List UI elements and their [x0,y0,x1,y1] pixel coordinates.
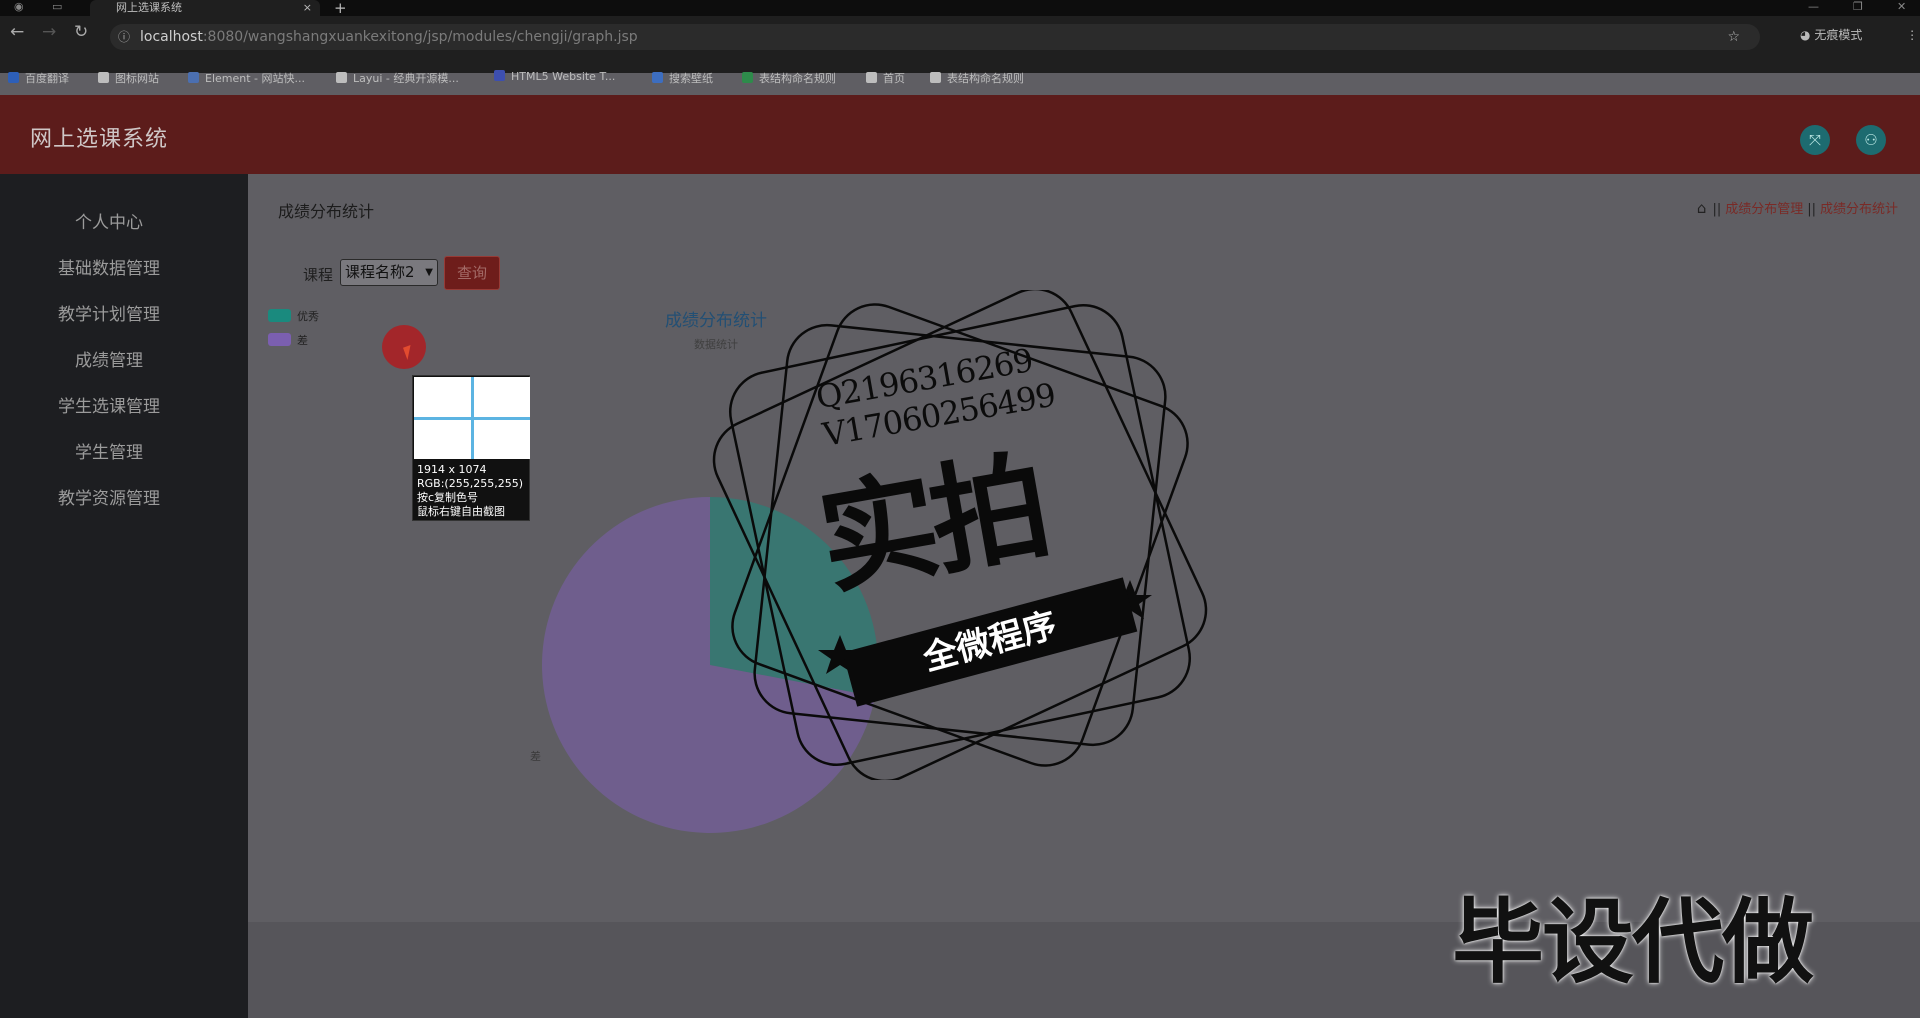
bookmark-favicon-icon [742,72,753,83]
bookmark-item[interactable]: Layui - 经典开源模... [336,70,459,86]
user-icon: ⚇ [1864,131,1878,149]
bookmark-label: Layui - 经典开源模... [353,72,459,85]
sidebar-item-course-selection[interactable]: 学生选课管理 [0,392,218,417]
incognito-label: 无痕模式 [1814,28,1863,42]
legend-item-poor[interactable]: 差 [268,332,319,356]
sidebar-item-teaching-resources[interactable]: 教学资源管理 [0,484,218,509]
sidebar-item-students[interactable]: 学生管理 [0,438,218,463]
bookmark-label: 表结构命名规则 [947,72,1024,85]
reload-icon[interactable]: ↻ [74,22,88,42]
browser-menu-dots-icon[interactable]: ⋮ [1906,28,1918,42]
breadcrumb-separator: || [1712,202,1722,217]
back-icon[interactable]: ← [10,22,24,42]
browser-toolbar: ← → ↻ ⓘ localhost:8080/wangshangxuankexi… [0,16,1920,85]
browser-tab[interactable]: 网上选课系统 × [90,0,320,16]
sidebar-item-base-data[interactable]: 基础数据管理 [0,254,218,279]
home-icon[interactable]: ⌂ [1697,199,1707,217]
bookmark-label: 表结构命名规则 [759,72,836,85]
bookmark-label: HTML5 Website T... [511,70,616,83]
course-filter-label: 课程 [303,266,334,284]
bookmarks-bar: 百度翻译 图标网站 Element - 网站快... Layui - 经典开源模...… [0,66,1920,88]
picker-rgb: RGB:(255,255,255) [417,477,523,490]
app-header: 网上选课系统 ⤧ ⚇ [0,95,1920,174]
restore-icon[interactable]: ❐ [1853,0,1863,13]
bookmark-item[interactable]: 首页 [866,70,905,86]
chevron-down-icon: ▼ [425,267,433,278]
bookmark-star-icon[interactable]: ☆ [1727,24,1740,50]
bookmark-label: 首页 [883,72,905,85]
sidebar-item-teaching-plan[interactable]: 教学计划管理 [0,300,218,325]
expand-icon: ⤧ [1808,131,1821,149]
browser-tab-title: 网上选课系统 [116,1,182,14]
app-brand: 网上选课系统 [30,127,169,152]
tab-list-icon[interactable]: ▭ [52,0,62,13]
legend-label: 差 [297,334,308,347]
forward-icon[interactable]: → [42,22,56,42]
bookmark-item[interactable]: 表结构命名规则 [930,70,1024,86]
sidebar: 个人中心 基础数据管理 教学计划管理 成绩管理 学生选课管理 学生管理 教学资源… [0,174,248,1018]
course-select-value: 课程名称2 [345,263,415,281]
legend-swatch-excellent [268,309,291,322]
breadcrumb-separator: || [1807,202,1816,217]
magnifier-preview [414,377,530,459]
chart-legend: 优秀 差 [268,308,319,356]
bookmark-favicon-icon [652,72,663,83]
bookmark-label: 图标网站 [115,72,159,85]
minimize-icon[interactable]: — [1808,0,1819,13]
color-picker-tooltip: 1914 x 1074 RGB:(255,255,255) 按c复制色号 鼠标右… [412,375,530,521]
bookmark-label: 搜索壁纸 [669,72,713,85]
legend-item-excellent[interactable]: 优秀 [268,308,319,332]
address-bar[interactable]: ⓘ localhost:8080/wangshangxuankexitong/j… [110,24,1760,50]
bookmark-favicon-icon [8,72,19,83]
new-tab-icon[interactable]: + [334,0,347,17]
bookmark-favicon-icon [866,72,877,83]
close-window-icon[interactable]: ✕ [1897,0,1906,13]
bookmark-item[interactable]: HTML5 Website T... [494,70,615,83]
legend-swatch-poor [268,333,291,346]
info-icon[interactable]: ⓘ [118,24,130,50]
picker-size: 1914 x 1074 [417,463,487,476]
course-select[interactable]: 课程名称2 ▼ [340,259,438,286]
corner-watermark: 毕设代做 [1452,889,1814,996]
incognito-icon: ◕ [1800,28,1811,42]
breadcrumb-item-grade-distribution-management[interactable]: 成绩分布管理 [1725,202,1803,217]
bookmark-item[interactable]: 图标网站 [98,70,159,86]
bookmark-favicon-icon [98,72,109,83]
incognito-indicator[interactable]: ◕ 无痕模式 ⋮ [1800,26,1918,43]
bookmark-favicon-icon [188,72,199,83]
pie-outer-label: 差 [530,750,541,763]
browser-tab-bar: ◉ ▭ 网上选课系统 × + — ❐ ✕ [0,0,1920,17]
bookmark-label: Element - 网站快... [205,72,305,85]
query-button[interactable]: 查询 [444,256,500,290]
breadcrumb: ⌂ || 成绩分布管理 || 成绩分布统计 [1697,198,1898,217]
bookmark-favicon-icon [930,72,941,83]
tab-close-icon[interactable]: × [303,0,312,16]
bookmark-favicon-icon [494,70,505,81]
user-menu-button[interactable]: ⚇ [1856,125,1886,155]
picker-copy-hint: 按c复制色号 [417,491,479,504]
fullscreen-button[interactable]: ⤧ [1800,125,1830,155]
page-title: 成绩分布统计 [278,202,375,221]
sidebar-item-grades[interactable]: 成绩管理 [0,346,218,371]
picker-capture-hint: 鼠标右键自由截图 [417,505,505,518]
bookmark-item[interactable]: Element - 网站快... [188,70,305,86]
breadcrumb-item-grade-distribution-statistics: 成绩分布统计 [1819,202,1898,217]
legend-label: 优秀 [297,310,319,323]
bookmark-item[interactable]: 搜索壁纸 [652,70,713,86]
bookmark-label: 百度翻译 [25,72,69,85]
bookmark-item[interactable]: 百度翻译 [8,70,69,86]
url-path: :8080/wangshangxuankexitong/jsp/modules/… [202,29,638,45]
bookmark-favicon-icon [336,72,347,83]
sidebar-item-personal-center[interactable]: 个人中心 [0,208,218,233]
browser-menu-icon[interactable]: ◉ [14,0,24,13]
bookmark-item[interactable]: 表结构命名规则 [742,70,836,86]
url-host: localhost [140,29,203,45]
